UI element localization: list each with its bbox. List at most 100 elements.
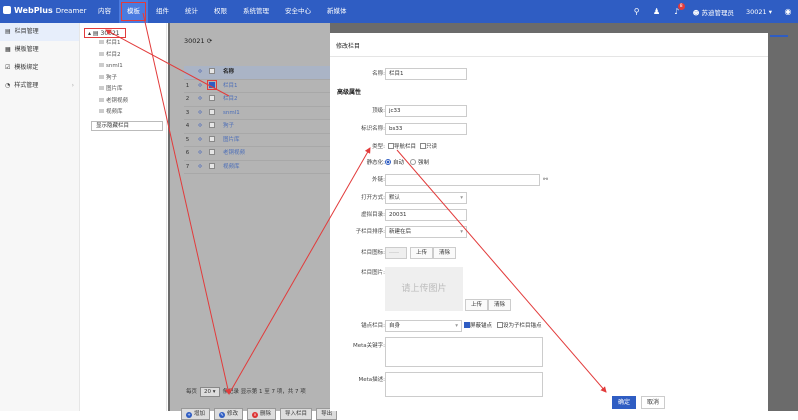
shirt-icon[interactable]: ♟ [647,7,667,16]
sidebar-item-column-manage[interactable]: ▤ 栏目管理 [0,23,79,41]
link-icon[interactable]: ⚯ [543,174,548,186]
code-input[interactable]: jc33 [385,105,467,117]
drag-handle-icon[interactable]: ✥ [191,120,209,133]
static-auto-option[interactable]: 自动 [385,157,404,169]
tree-root[interactable]: ▴ ▤ 30021 [84,28,126,38]
tree-node[interactable]: 老铜视频 [81,96,166,108]
scroll-indicator [770,35,788,37]
show-hidden-columns-button[interactable]: 显示隐藏栏目 [91,120,163,131]
nav-new-media[interactable]: 新媒体 [319,0,355,23]
sidebar-item-template-bind[interactable]: ☑ 模板绑定 [0,59,79,77]
table-row[interactable]: 5 ✥ 图片库 [184,134,330,147]
refresh-icon[interactable]: ⟳ [207,37,212,45]
tree-node[interactable]: 栏目2 [81,50,166,62]
child-sort-select[interactable]: 新建在后 [385,226,467,238]
radio[interactable] [410,159,416,165]
nav-content[interactable]: 内容 [90,0,119,23]
drag-handle-icon[interactable]: ✥ [191,147,209,160]
table-row[interactable]: 3 ✥ snml1 [184,107,330,120]
anchor-label: 锚点栏目: [361,323,385,329]
row-name[interactable]: 狗子 [223,120,234,133]
tree-node[interactable]: 图片库 [81,84,166,96]
row-checkbox[interactable] [209,135,215,142]
table-row[interactable]: 6 ✥ 老铜视频 [184,147,330,161]
row-name[interactable]: 栏目2 [223,93,238,106]
virtual-dir-input[interactable]: 20031 [385,209,467,221]
row-checkbox[interactable] [209,122,215,128]
nav-security[interactable]: 安全中心 [277,0,319,23]
icon-clear-button[interactable]: 清除 [433,247,457,259]
column-header-name: 名称 [223,69,235,75]
search-icon[interactable]: ⚲ [627,7,647,16]
table-row[interactable]: 7 ✥ 视频库 [184,161,330,174]
import-button[interactable]: 导入栏目 [280,408,313,420]
type-nav-label: 导航栏目 [394,144,417,150]
row-name[interactable]: snml1 [223,107,240,120]
field-anchor: 锚点栏目: 自身 屏蔽锚点 设为子栏目锚点 [330,320,769,332]
row-name[interactable]: 栏目1 [223,80,238,93]
nav-component[interactable]: 组件 [148,0,177,23]
tree-root-label: 30021 [100,30,120,37]
row-checkbox[interactable] [209,149,215,155]
table-row[interactable]: 1 ✥ 栏目1 [184,79,330,93]
row-checkbox[interactable] [209,95,215,101]
child-anchor-option[interactable]: 设为子栏目锚点 [497,320,542,332]
radio-selected[interactable] [385,159,391,165]
row-checkbox[interactable] [209,162,215,169]
meta-desc-textarea[interactable] [385,372,543,397]
sidebar-item-style-manage[interactable]: ◔ 样式管理 › [0,77,79,95]
nav-permission[interactable]: 权限 [206,0,235,23]
child-anchor-label: 设为子栏目锚点 [503,323,542,329]
main-nav: 内容 模板 组件 统计 权限 系统管理 安全中心 新媒体 [90,0,355,23]
image-upload-button[interactable]: 上传 [465,299,489,311]
add-button[interactable]: + 增加 [181,408,211,420]
block-anchor-option[interactable]: 屏蔽锚点 [464,320,492,332]
sidebar-item-label: 模板绑定 [14,64,39,71]
user-menu[interactable]: ☻ 苏迪管理员 [687,7,740,17]
drag-handle-icon[interactable]: ✥ [191,80,209,93]
table-row[interactable]: 4 ✥ 狗子 [184,120,330,134]
site-switcher[interactable]: 30021 ▾ [740,8,778,16]
table-row[interactable]: 2 ✥ 栏目2 [184,93,330,107]
sidebar-item-label: 样式管理 [14,82,39,89]
type-readonly-option[interactable]: 只读 [420,141,437,153]
row-checkbox[interactable] [209,108,215,115]
image-clear-button[interactable]: 清除 [488,299,512,311]
nav-system[interactable]: 系统管理 [235,0,277,23]
tree-node[interactable]: 栏目1 [81,38,166,50]
field-child-sort: 子栏目排序: 新建在后 [330,226,769,238]
delete-button[interactable]: × 删除 [247,408,277,420]
drag-handle-icon[interactable]: ✥ [191,93,209,106]
select-all-checkbox[interactable] [209,68,215,74]
outer-link-input[interactable] [385,174,540,186]
nav-template[interactable]: 模板 [119,0,148,23]
type-nav-option[interactable]: 导航栏目 [388,141,416,153]
meta-keywords-textarea[interactable] [385,337,543,367]
name-input[interactable]: 栏目1 [385,68,467,80]
drag-handle-icon[interactable]: ✥ [191,134,209,147]
row-name[interactable]: 视频库 [223,161,240,174]
open-mode-select[interactable]: 默认 [385,192,467,204]
app-logo[interactable]: WebPlus Dreamer [3,6,86,15]
sidebar-item-template-manage[interactable]: ▦ 模板管理 [0,41,79,59]
drag-handle-icon[interactable]: ✥ [191,107,209,120]
icon-upload-button[interactable]: 上传 [410,247,434,259]
identifier-input[interactable]: bs33 [385,123,467,135]
edit-button[interactable]: ✎ 修改 [214,408,244,420]
row-name[interactable]: 老铜视频 [223,147,245,160]
nav-statistics[interactable]: 统计 [177,0,206,23]
drag-handle-icon[interactable]: ✥ [191,161,209,174]
eye-icon[interactable]: ◉ [778,7,798,16]
tree-node[interactable]: 视频库 [81,107,166,119]
ok-button[interactable]: 确定 [612,396,636,409]
row-name[interactable]: 图片库 [223,134,240,147]
tree-node[interactable]: snml1 [81,61,166,73]
anchor-select[interactable]: 自身 [385,320,462,332]
row-checkbox[interactable] [207,79,217,90]
bell-icon[interactable]: ♪ 8 [667,3,687,16]
static-force-option[interactable]: 强制 [410,157,429,169]
page-size-select[interactable]: 20 ▾ [200,387,220,397]
logo-subtitle: Dreamer [55,7,87,15]
cancel-button[interactable]: 取消 [641,396,665,409]
tree-node[interactable]: 狗子 [81,73,166,85]
